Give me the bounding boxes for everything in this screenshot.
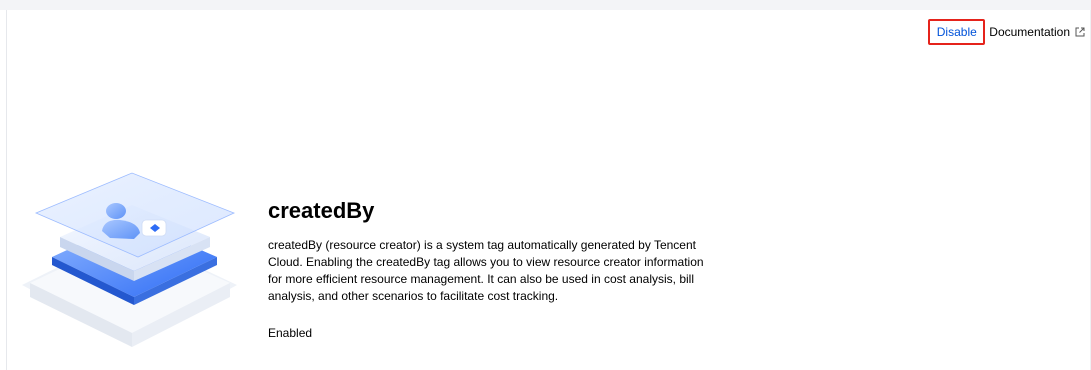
top-divider [0,0,1091,10]
documentation-label: Documentation [989,25,1070,39]
left-divider [6,10,7,370]
feature-title: createdBy [268,198,375,223]
status-text: Enabled [268,326,313,340]
feature-description: createdBy (resource creator) is a system… [268,238,704,303]
user-tag-illustration [22,172,237,347]
header-actions: Disable Documentation [928,17,1085,47]
disable-button[interactable]: Disable [928,19,986,45]
feature-content: createdBy createdBy (resource creator) i… [268,197,708,342]
tag-feature-panel: Disable Documentation createdBy createdB… [0,0,1091,370]
documentation-link[interactable]: Documentation [989,25,1085,39]
external-link-icon [1075,27,1085,37]
